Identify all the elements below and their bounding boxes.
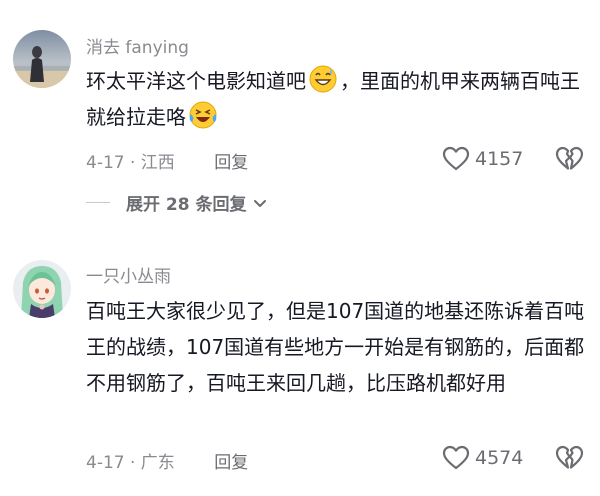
expand-replies-button[interactable]: 展开 28 条回复 bbox=[86, 190, 268, 215]
comment-text: 百吨王大家很少见了，但是107国道的地基还陈诉着百吨王的战绩，107国道有些地方… bbox=[86, 299, 585, 395]
comment-item: 消去 fanying 环太平洋这个电影知道吧 ，里面的机甲来两辆百吨王就给拉走咯… bbox=[0, 0, 600, 245]
avatar[interactable] bbox=[13, 260, 71, 318]
broken-heart-icon bbox=[555, 445, 584, 469]
comment-text: 环太平洋这个电影知道吧 ，里面的机甲来两辆百吨王就给拉走咯 bbox=[86, 63, 586, 135]
laughing-crying-emoji-icon bbox=[188, 100, 218, 130]
comment-text-part: 环太平洋这个电影知道吧 bbox=[86, 69, 306, 93]
heart-outline-icon bbox=[442, 445, 470, 470]
comment-username[interactable]: 消去 fanying bbox=[86, 33, 189, 58]
divider bbox=[86, 202, 110, 203]
dislike-button[interactable] bbox=[555, 146, 584, 172]
dislike-button[interactable] bbox=[555, 445, 584, 471]
avatar[interactable] bbox=[13, 30, 71, 88]
chevron-down-icon bbox=[253, 199, 266, 207]
like-count: 4157 bbox=[475, 148, 524, 170]
expand-replies-label: 展开 28 条回复 bbox=[126, 195, 247, 215]
comment-meta: 4-17 · 江西 回复 bbox=[86, 148, 248, 173]
comment-meta: 4-17 · 广东 回复 bbox=[86, 448, 248, 473]
comment-username[interactable]: 一只小丛雨 bbox=[86, 262, 171, 287]
broken-heart-icon bbox=[555, 146, 584, 170]
comment-date-location: 4-17 · 广东 bbox=[86, 453, 175, 473]
like-count: 4574 bbox=[475, 447, 524, 469]
heart-outline-icon bbox=[442, 146, 470, 171]
comment-item: 一只小丛雨 百吨王大家很少见了，但是107国道的地基还陈诉着百吨王的战绩，107… bbox=[0, 245, 600, 496]
comment-date-location: 4-17 · 江西 bbox=[86, 153, 175, 173]
reply-button[interactable]: 回复 bbox=[214, 148, 248, 173]
reply-button[interactable]: 回复 bbox=[214, 448, 248, 473]
like-button[interactable]: 4574 bbox=[442, 445, 523, 471]
like-button[interactable]: 4157 bbox=[442, 146, 523, 172]
grinning-sweat-emoji-icon bbox=[308, 64, 338, 94]
